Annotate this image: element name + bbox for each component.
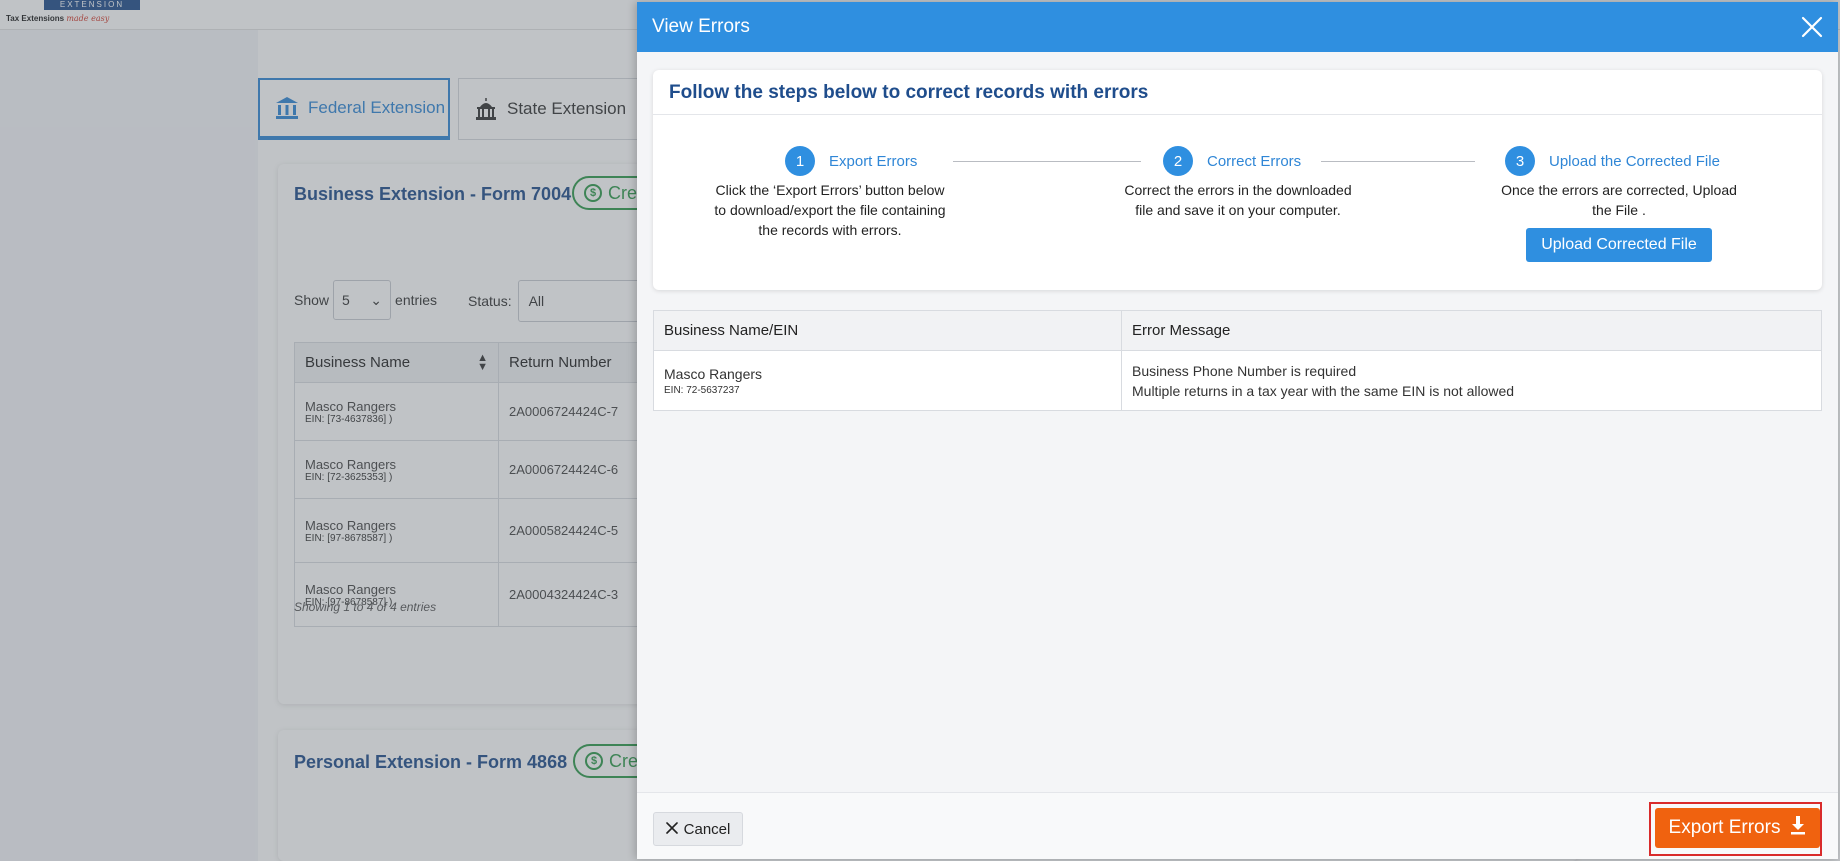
business-name: Masco Rangers — [664, 365, 763, 382]
step-label: Correct Errors — [1207, 152, 1302, 170]
cancel-label: Cancel — [683, 820, 731, 838]
step-number: 3 — [1505, 146, 1535, 176]
export-errors-highlight: Export Errors — [1649, 802, 1822, 856]
modal-footer: Cancel Export Errors — [637, 792, 1838, 859]
steps-title: Follow the steps below to correct record… — [669, 82, 1149, 103]
error-message: Business Phone Number is required — [1132, 362, 1357, 379]
cancel-button[interactable]: Cancel — [653, 812, 743, 846]
upload-corrected-file-button[interactable]: Upload Corrected File — [1526, 228, 1712, 262]
step-1: 1 Export Errors — [785, 146, 917, 176]
step-3: 3 Upload the Corrected File — [1505, 146, 1720, 176]
step-label: Export Errors — [829, 152, 918, 170]
modal-body: Follow the steps below to correct record… — [637, 52, 1838, 792]
step-1-description: Click the ‘Export Errors’ button below t… — [714, 182, 946, 238]
column-business-name-ein: Business Name/EIN — [653, 310, 1122, 351]
modal-title: View Errors — [652, 16, 750, 37]
step-2: 2 Correct Errors — [1163, 146, 1301, 176]
export-errors-label: Export Errors — [1668, 817, 1781, 838]
error-message: Multiple returns in a tax year with the … — [1132, 382, 1515, 399]
steps-card: Follow the steps below to correct record… — [653, 70, 1822, 290]
divider — [653, 114, 1822, 115]
step-connector — [1321, 161, 1475, 162]
view-errors-modal: View Errors Follow the steps below to co… — [637, 2, 1838, 859]
step-number: 1 — [785, 146, 815, 176]
close-icon[interactable] — [1800, 15, 1824, 39]
ein-text: EIN: 72-5637237 — [664, 384, 740, 396]
table-row: Masco Rangers EIN: 72-5637237 Business P… — [653, 350, 1822, 411]
export-errors-button[interactable]: Export Errors — [1655, 808, 1820, 848]
modal-header: View Errors — [637, 2, 1838, 52]
errors-table: Business Name/EIN Error Message Masco Ra… — [653, 310, 1822, 411]
step-connector — [953, 161, 1141, 162]
step-label: Upload the Corrected File — [1549, 152, 1720, 170]
close-icon — [665, 821, 678, 838]
column-error-message: Error Message — [1121, 310, 1822, 351]
step-2-description: Correct the errors in the downloaded fil… — [1124, 182, 1352, 218]
step-3-description: Once the errors are corrected, Upload th… — [1501, 182, 1737, 218]
step-number: 2 — [1163, 146, 1193, 176]
download-icon — [1790, 815, 1806, 841]
